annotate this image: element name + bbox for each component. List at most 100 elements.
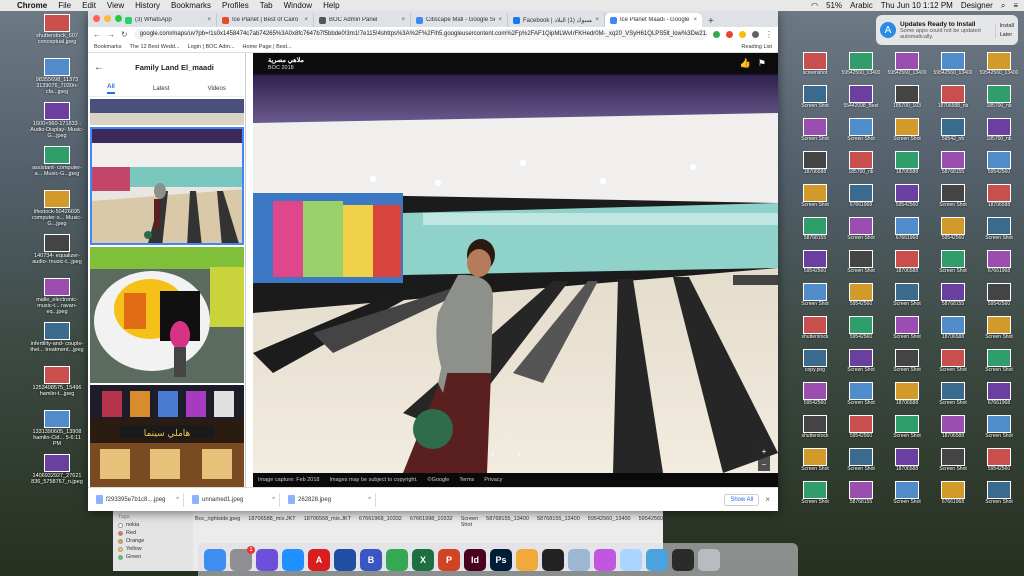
desktop-file[interactable]: 59542560 [838,283,884,314]
tab-all[interactable]: All [107,84,115,94]
photo-author[interactable]: ملاهي مصرية [268,56,304,64]
desktop-file[interactable]: Screen Shot [976,349,1022,380]
desktop-file[interactable]: 1253498575_15496 hamlin-t...jpeg [30,366,84,410]
extension-icon[interactable] [739,30,746,38]
input-language[interactable]: Arabic [850,1,873,10]
desktop-file[interactable]: 59542560_13400 [838,52,884,83]
desktop-file[interactable]: Screen Shot [838,448,884,479]
menu-file[interactable]: File [58,1,71,10]
desktop-file[interactable]: Screen Shot [976,217,1022,248]
menu-profiles[interactable]: Profiles [222,1,249,10]
privacy-link[interactable]: Privacy [484,477,502,483]
browser-tab[interactable]: (3) WhatsApp × [120,13,217,27]
desktop-file[interactable]: Screen Shot [884,481,930,512]
dock-indesign-icon[interactable]: Id [464,548,486,571]
chevron-up-icon[interactable]: ^ [176,497,179,503]
dock-messages-icon[interactable] [620,548,642,571]
desktop-file[interactable]: Screen Shot [792,481,838,512]
browser-tab[interactable]: Ice Planet Maadi - Google Se...× [605,13,702,27]
desktop-file[interactable]: 59542560 [884,184,930,215]
browser-tab[interactable]: Citiscape Mall - Google Search× [411,13,508,27]
close-tab-icon[interactable]: × [693,17,697,23]
later-button[interactable]: Later [1000,32,1014,38]
back-icon[interactable]: ← [93,30,101,39]
desktop-file[interactable]: Screen Shot [976,415,1022,446]
desktop-file[interactable]: 18706588 [792,151,838,182]
reading-list-button[interactable]: Reading List [741,44,772,50]
finder-tag[interactable]: Green [118,553,188,561]
close-tab-icon[interactable]: × [595,17,599,23]
desktop-file[interactable]: 67661968 [838,184,884,215]
desktop-file[interactable]: 1600×960-171833 -Audio-Display- Music-G.… [30,102,84,146]
desktop-file[interactable]: 59542560 [976,151,1022,182]
install-button[interactable]: Install [1000,23,1014,29]
desktop-file[interactable]: 59542560_13400 [976,52,1022,83]
profile-avatar[interactable] [752,30,759,38]
browser-tab[interactable]: BOC Admin Panel × [314,13,411,27]
finder-tag[interactable]: Yellow [118,545,188,553]
finder-file[interactable]: 67661998_10332 [410,516,453,528]
desktop-file[interactable]: copy.png [792,349,838,380]
desktop-file[interactable]: Screen Shot [884,283,930,314]
menu-tab[interactable]: Tab [260,1,273,10]
desktop-file[interactable]: 55442098_Best [838,85,884,116]
battery-percent[interactable]: 51% [826,1,842,10]
bookmark-item[interactable]: The 12 Best Wedd... [130,44,180,50]
finder-file[interactable]: 67661968_10332 [359,516,402,528]
close-tab-icon[interactable]: × [401,17,405,23]
new-tab-button[interactable]: + [702,16,720,27]
menu-window[interactable]: Window [284,1,312,10]
desktop-file[interactable]: 18706588_nb [930,85,976,116]
desktop-file[interactable]: 58768155 [930,151,976,182]
close-tab-icon[interactable]: × [498,17,502,23]
dock-virtualbox-icon[interactable] [334,548,356,571]
desktop-file[interactable]: 185700_103 [884,85,930,116]
browser-tab[interactable]: Ice Planet | Best of Cairo × [217,13,314,27]
desktop-file[interactable]: 59542560 [976,283,1022,314]
forward-icon[interactable]: → [107,30,115,39]
desktop-file[interactable]: 1331390605_13908 hamlin-Cid... 5-6:11 PM [30,410,84,454]
download-item[interactable]: unnamed1.jpeg ^ [192,492,280,507]
reload-icon[interactable]: ↻ [121,30,128,39]
desktop-file[interactable]: Screen Shot [930,382,976,413]
flag-icon[interactable]: ⚑ [758,58,766,69]
more-menu-icon[interactable]: ⋮ [765,30,773,39]
dock-folder-icon[interactable] [646,548,668,571]
desktop-file[interactable]: Screen Shot [838,250,884,281]
finder-tag[interactable]: nokia [118,521,188,529]
dock-chrome-icon[interactable] [386,548,408,571]
finder-file[interactable]: 58768155_13400 [537,516,580,528]
wifi-icon[interactable]: ◠ [811,1,818,10]
zoom-window-button[interactable] [115,15,122,22]
desktop-file[interactable]: assistant- computer-a... Music-G...jpeg [30,146,84,190]
update-notification[interactable]: A Updates Ready to Install Some apps cou… [876,15,1018,45]
previous-photo-icon[interactable]: ‹ [491,449,495,461]
zoom-in-icon[interactable]: + [762,447,767,456]
finder-file[interactable]: Screen Shot [461,516,478,528]
dock-bbedit-icon[interactable]: B [360,548,382,571]
desktop-file[interactable]: shutterstock [792,316,838,347]
desktop-file[interactable]: 18706588 [884,151,930,182]
menu-edit[interactable]: Edit [82,1,96,10]
desktop-file[interactable]: 59542560 [792,382,838,413]
desktop-file[interactable]: Screen Shot [884,316,930,347]
dock-photos-icon[interactable] [516,548,538,571]
dock-color-picker-icon[interactable] [594,548,616,571]
dock-acrobat-icon[interactable]: A [308,548,330,571]
desktop-file[interactable]: Screen Shot [792,85,838,116]
desktop-file[interactable]: 185700_nb [976,85,1022,116]
menu-bookmarks[interactable]: Bookmarks [171,1,211,10]
desktop-file[interactable]: Screen Shot [976,316,1022,347]
chevron-up-icon[interactable]: ^ [272,497,275,503]
desktop-file[interactable]: infertility-and- couple-thei... treatmen… [30,322,84,366]
tab-latest[interactable]: Latest [153,86,169,92]
desktop-file[interactable]: 59542560_13400 [930,52,976,83]
desktop-file[interactable]: 18706588 [884,250,930,281]
desktop-file[interactable]: Screen Shot [792,283,838,314]
dock-finder-icon[interactable] [204,548,226,571]
extension-icon[interactable] [713,30,720,38]
finder-file[interactable]: Boc_rightside.jpeg [195,516,240,528]
finder-file[interactable]: 58768155_13400 [486,516,529,528]
desktop-file[interactable]: Screen Shot [884,118,930,149]
close-tab-icon[interactable]: × [207,17,211,23]
